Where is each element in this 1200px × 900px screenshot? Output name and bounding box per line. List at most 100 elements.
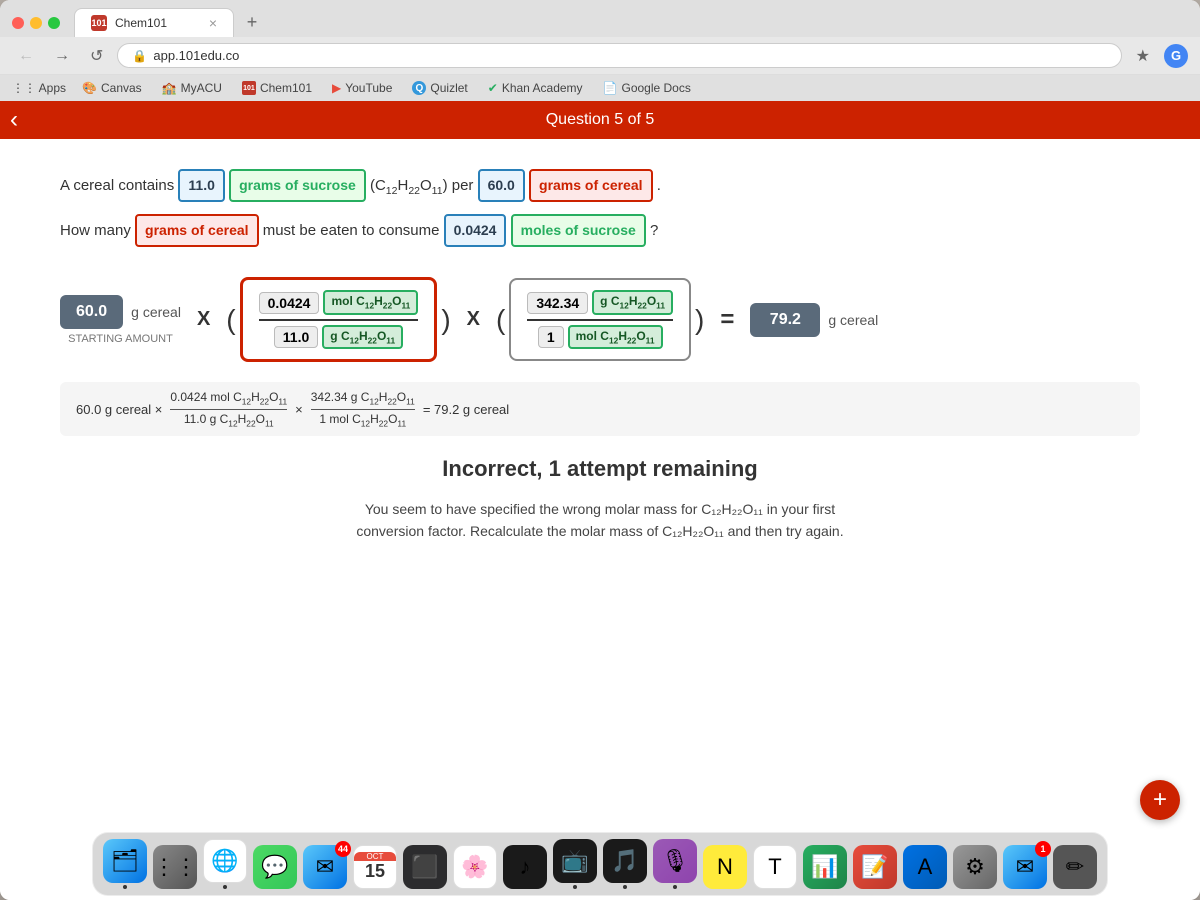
- maximize-button[interactable]: [48, 17, 60, 29]
- paren-open2: (: [496, 306, 505, 334]
- eq-frac1-line: [170, 409, 287, 410]
- question-line2: How many grams of cereal must be eaten t…: [60, 214, 1140, 247]
- pen-icon: ✏: [1053, 845, 1097, 889]
- back-nav-button[interactable]: ‹: [10, 106, 18, 134]
- dock-mail2[interactable]: ✉ 1: [1003, 845, 1047, 889]
- multiply1: X: [197, 308, 210, 331]
- plus-button[interactable]: +: [1140, 780, 1180, 820]
- mail2-icon: ✉ 1: [1003, 845, 1047, 889]
- frac2-line: [527, 319, 673, 321]
- back-button[interactable]: ←: [12, 45, 40, 67]
- eq-frac1-bottom: 11.0 g C12H22O11: [184, 412, 274, 428]
- grams-sucrose-value[interactable]: 11.0: [178, 169, 224, 202]
- feedback-line2: conversion factor. Recalculate the molar…: [356, 523, 843, 539]
- pages-icon: 📝: [853, 845, 897, 889]
- dock-photos[interactable]: 🌸: [453, 845, 497, 889]
- result-area: 79.2 g cereal: [750, 303, 878, 337]
- tab-close-button[interactable]: ×: [209, 15, 217, 31]
- dock-music-player[interactable]: ♪: [503, 845, 547, 889]
- dock-textedit[interactable]: T: [753, 845, 797, 889]
- dock-dark1[interactable]: ⬛: [403, 845, 447, 889]
- bookmark-quizlet[interactable]: Q Quizlet: [408, 79, 471, 97]
- dock-podcasts[interactable]: 🎙: [653, 839, 697, 889]
- formula-text: (C12H22O11) per: [370, 177, 478, 194]
- eq-frac2-line: [311, 409, 415, 410]
- dock: 🗂 ⋮⋮ 🌐 💬 ✉ 44: [92, 832, 1108, 896]
- forward-button[interactable]: →: [48, 45, 76, 67]
- starting-value: 60.0: [60, 295, 123, 329]
- eq-result: = 79.2 g cereal: [423, 402, 509, 417]
- calculation-area: 60.0 g cereal STARTING AMOUNT X ( 0.0424…: [60, 277, 1140, 362]
- frac1-bottom-unit: g C12H22O11: [322, 325, 403, 349]
- dock-launchpad[interactable]: ⋮⋮: [153, 845, 197, 889]
- eq-frac2: 342.34 g C12H22O11 1 mol C12H22O11: [311, 390, 415, 428]
- frac2-top-value[interactable]: 342.34: [527, 292, 588, 314]
- starting-label: STARTING AMOUNT: [68, 333, 173, 345]
- dock-calendar[interactable]: OCT 15: [353, 845, 397, 889]
- paren-open1: (: [226, 306, 235, 334]
- browser-window: 101 Chem101 × + ← → ↺ 🔒 app.101edu.co ★ …: [0, 0, 1200, 900]
- bookmark-canvas[interactable]: 🎨 Canvas: [78, 79, 146, 97]
- finder-dot: [123, 885, 127, 889]
- dock-systemprefs[interactable]: ⚙: [953, 845, 997, 889]
- frac1-bottom: 11.0 g C12H22O11: [274, 325, 403, 349]
- new-tab-button[interactable]: +: [238, 9, 266, 37]
- frac1-top-value[interactable]: 0.0424: [259, 292, 320, 314]
- apps-label[interactable]: ⋮⋮ Apps: [12, 81, 66, 95]
- bookmark-youtube[interactable]: ▶ YouTube: [328, 79, 396, 97]
- dock-area: 🗂 ⋮⋮ 🌐 💬 ✉ 44: [0, 832, 1200, 900]
- grams-cereal-value[interactable]: 60.0: [478, 169, 525, 202]
- moles-sucrose-value[interactable]: 0.0424: [444, 214, 507, 247]
- dock-notes[interactable]: N: [703, 845, 747, 889]
- frac1-bottom-value[interactable]: 11.0: [274, 326, 318, 348]
- grams-cereal-label: grams of cereal: [529, 169, 653, 202]
- bookmark-star[interactable]: ★: [1130, 44, 1156, 68]
- bookmark-googledocs[interactable]: 📄 Google Docs: [599, 79, 695, 97]
- dock-pen[interactable]: ✏: [1053, 845, 1097, 889]
- mail-icon: ✉ 44: [303, 845, 347, 889]
- close-button[interactable]: [12, 17, 24, 29]
- fraction1-inner: 0.0424 mol C12H22O11 11.0 g C12H22O11: [259, 290, 419, 349]
- textedit-icon: T: [753, 845, 797, 889]
- moles-sucrose-label: moles of sucrose: [511, 214, 646, 247]
- browser-tab[interactable]: 101 Chem101 ×: [74, 8, 234, 37]
- nav-row: ← → ↺ 🔒 app.101edu.co ★ G: [0, 37, 1200, 74]
- minimize-button[interactable]: [30, 17, 42, 29]
- podcasts-icon: 🎙: [653, 839, 697, 883]
- chrome-dot: [223, 885, 227, 889]
- frac2-bottom-unit: mol C12H22O11: [568, 325, 663, 349]
- dock-appletv[interactable]: 📺: [553, 839, 597, 889]
- frac2-bottom-value[interactable]: 1: [538, 326, 564, 348]
- numbers-icon: 📊: [803, 845, 847, 889]
- appstore-icon: A: [903, 845, 947, 889]
- dock-music[interactable]: 🎵: [603, 839, 647, 889]
- podcasts-dot: [673, 885, 677, 889]
- q-suffix: ?: [650, 222, 658, 239]
- dock-appstore[interactable]: A: [903, 845, 947, 889]
- dock-finder[interactable]: 🗂: [103, 839, 147, 889]
- url-text: app.101edu.co: [153, 48, 239, 63]
- eq-frac2-top: 342.34 g C12H22O11: [311, 390, 415, 406]
- finder-icon: 🗂: [103, 839, 147, 883]
- multiply2: X: [467, 308, 480, 331]
- systemprefs-icon: ⚙: [953, 845, 997, 889]
- starting-amount: 60.0 g cereal STARTING AMOUNT: [60, 295, 181, 345]
- bookmark-khan[interactable]: ✔ Khan Academy: [484, 79, 587, 97]
- feedback-body: You seem to have specified the wrong mol…: [250, 498, 950, 543]
- feedback-line1: You seem to have specified the wrong mol…: [365, 501, 835, 517]
- url-bar[interactable]: 🔒 app.101edu.co: [117, 43, 1121, 68]
- frac1-line: [259, 319, 419, 321]
- profile-button[interactable]: G: [1164, 44, 1188, 68]
- dock-messages[interactable]: 💬: [253, 845, 297, 889]
- bookmark-chem101[interactable]: 101 Chem101: [238, 79, 316, 97]
- dock-pages[interactable]: 📝: [853, 845, 897, 889]
- mail2-badge: 1: [1035, 841, 1051, 857]
- dock-numbers[interactable]: 📊: [803, 845, 847, 889]
- period: .: [657, 177, 661, 194]
- music-icon: 🎵: [603, 839, 647, 883]
- dock-mail[interactable]: ✉ 44: [303, 845, 347, 889]
- reload-button[interactable]: ↺: [84, 44, 109, 68]
- bookmark-myacu[interactable]: 🏫 MyACU: [158, 79, 226, 97]
- dock-chrome[interactable]: 🌐: [203, 839, 247, 889]
- question-header: ‹ Question 5 of 5: [0, 101, 1200, 139]
